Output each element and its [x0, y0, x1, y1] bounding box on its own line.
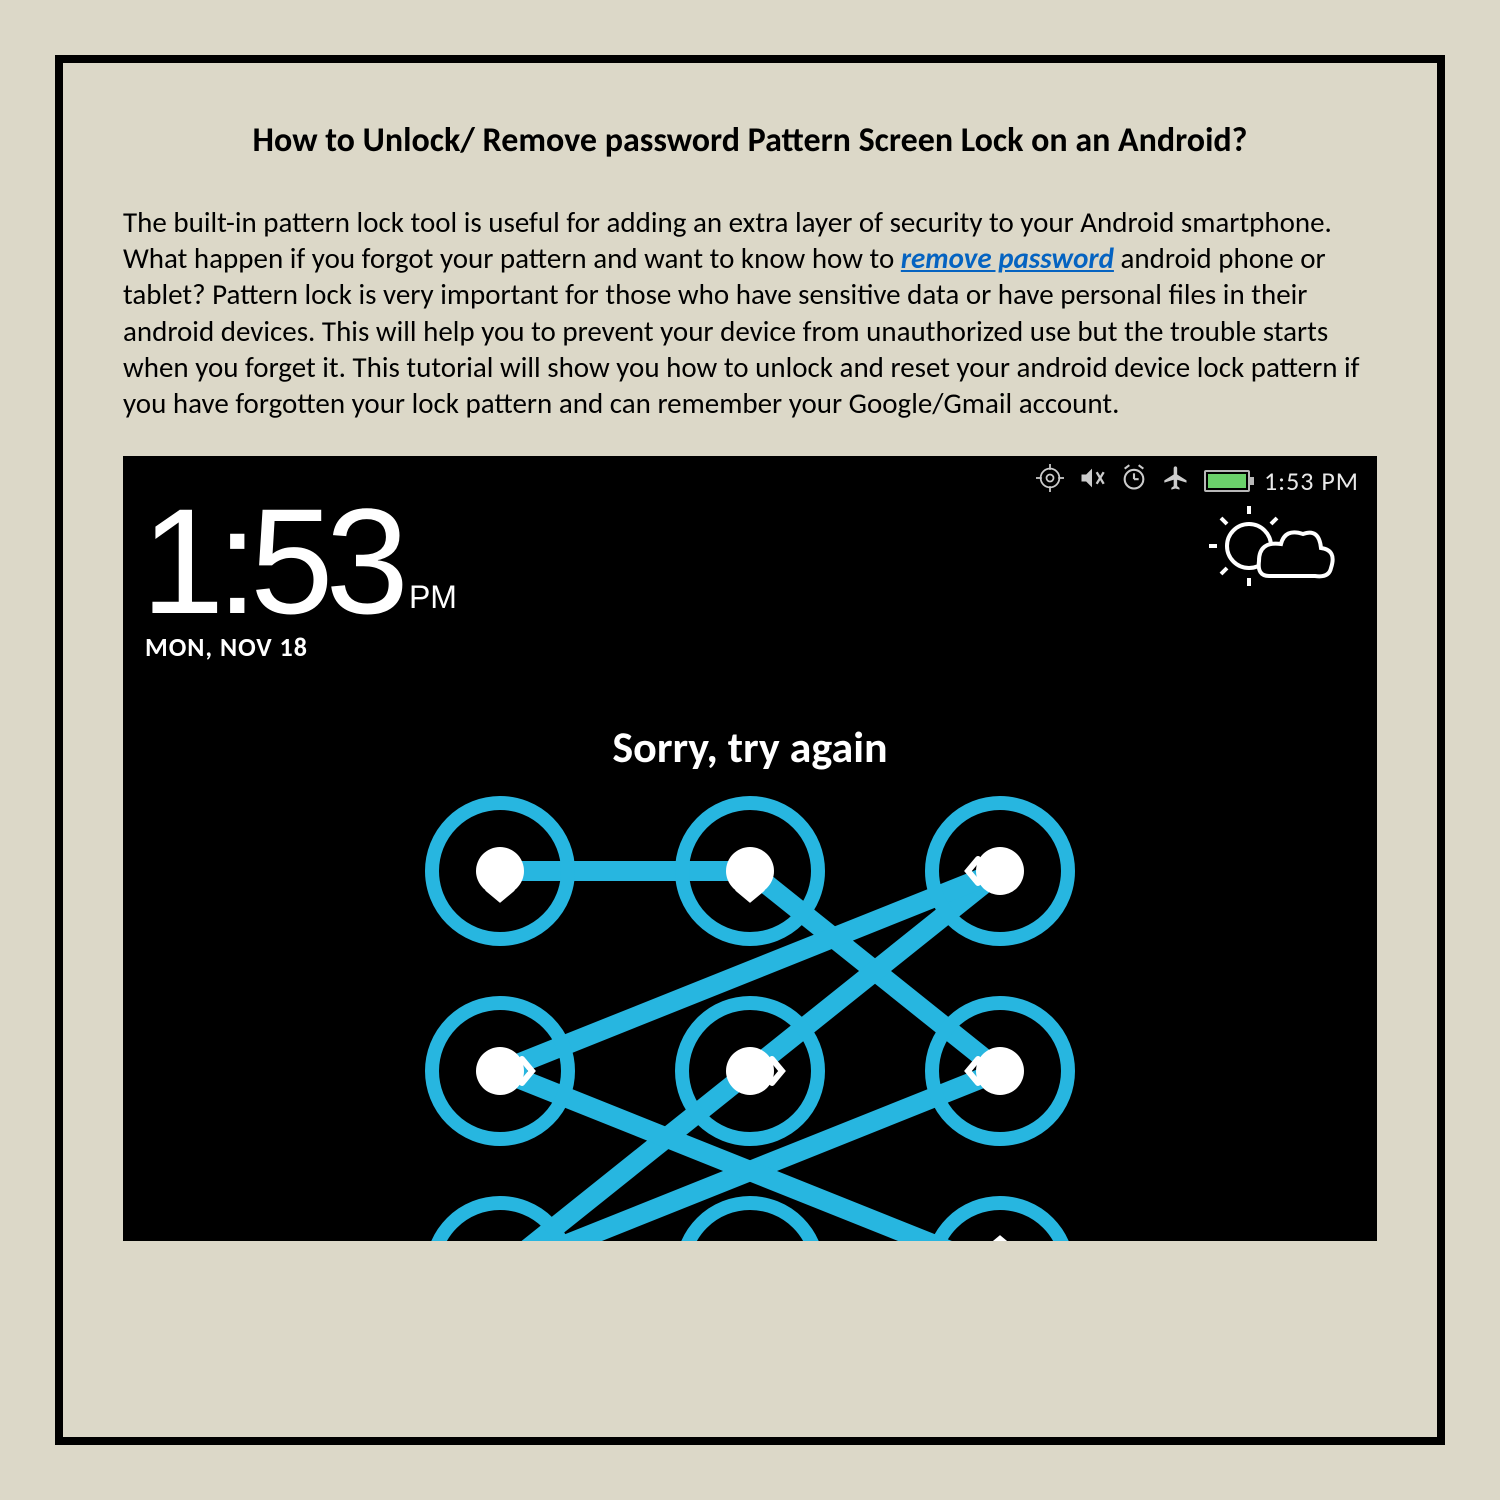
- lock-screen-header: 1:53 PM: [141, 494, 1359, 629]
- battery-icon: [1204, 470, 1250, 492]
- document-frame: How to Unlock/ Remove password Pattern S…: [55, 55, 1445, 1445]
- pattern-lock-grid: [370, 791, 1130, 1241]
- airplane-icon: [1162, 464, 1190, 497]
- time-ampm: PM: [401, 583, 457, 630]
- lock-screen-date: MON, NOV 18: [145, 631, 308, 663]
- lock-screen-time: 1:53 PM: [141, 494, 457, 629]
- time-digits: 1:53: [141, 494, 401, 629]
- remove-password-link[interactable]: remove password: [901, 240, 1114, 276]
- weather-icon: [1189, 494, 1359, 611]
- status-time: 1:53 PM: [1264, 465, 1359, 497]
- error-message: Sorry, try again: [123, 720, 1377, 774]
- phone-screenshot: 1:53 PM 1:53 PM: [123, 456, 1377, 1241]
- alarm-icon: [1120, 464, 1148, 497]
- mute-icon: [1078, 464, 1106, 497]
- gps-icon: [1036, 464, 1064, 497]
- status-bar: 1:53 PM: [1036, 464, 1359, 497]
- document-title: How to Unlock/ Remove password Pattern S…: [123, 118, 1377, 164]
- body-paragraph: The built-in pattern lock tool is useful…: [123, 204, 1377, 422]
